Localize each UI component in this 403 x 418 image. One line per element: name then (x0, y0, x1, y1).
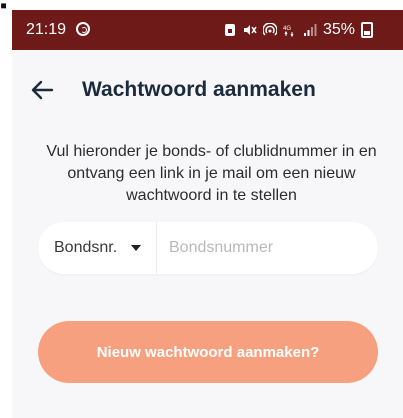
sim-icon (224, 24, 235, 36)
mute-icon (243, 25, 257, 35)
create-password-button[interactable]: Nieuw wachtwoord aanmaken? (38, 321, 378, 383)
svg-text:4G: 4G (283, 26, 291, 32)
member-number-input[interactable] (157, 221, 378, 275)
page-header: Wachtwoord aanmaken (12, 70, 403, 110)
app-screen: 21:19 4G 35% Wachtwoord aanmaken Vul hie… (12, 10, 403, 418)
arrow-left-icon[interactable] (28, 76, 56, 104)
caret-down-icon (131, 245, 142, 251)
member-number-field: Bondsnr. (38, 221, 378, 275)
battery-icon (361, 22, 373, 38)
whatsapp-icon (76, 22, 90, 36)
4g-icon: 4G (283, 26, 294, 37)
number-type-dropdown[interactable]: Bondsnr. (38, 222, 157, 274)
dropdown-selected-value: Bondsnr. (54, 239, 118, 256)
instruction-text: Vul hieronder je bonds- of clublidnummer… (46, 143, 377, 204)
signal-icon (303, 24, 317, 36)
status-time: 21:19 (26, 21, 67, 38)
battery-percentage: 35% (322, 21, 355, 38)
hotspot-icon (262, 23, 277, 36)
status-icons: 4G 35% (223, 21, 373, 39)
status-bar: 21:19 4G 35% (12, 10, 403, 50)
page-title: Wachtwoord aanmaken (82, 78, 316, 101)
